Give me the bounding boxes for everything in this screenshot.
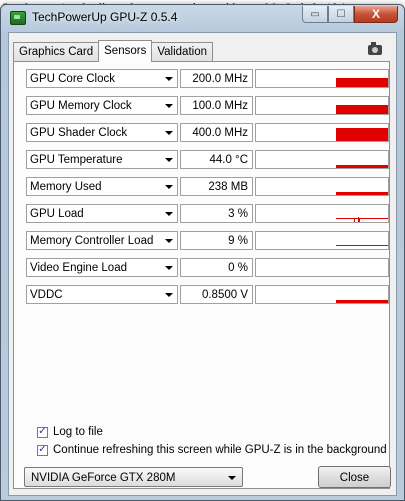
- sensor-graph: [255, 69, 389, 88]
- sensor-name-dropdown[interactable]: VDDC: [26, 285, 178, 304]
- chevron-down-icon: [165, 293, 173, 297]
- gpu-select-value: NVIDIA GeForce GTX 280M: [31, 472, 176, 484]
- sensor-row: Video Engine Load 0 %: [23, 258, 389, 279]
- camera-icon[interactable]: [368, 42, 382, 55]
- close-button[interactable]: Close: [318, 466, 391, 488]
- minimize-button[interactable]: ▭: [302, 6, 328, 23]
- sensor-name-label: VDDC: [30, 289, 63, 301]
- sensor-graph: [255, 150, 389, 169]
- sensor-name-label: Video Engine Load: [30, 262, 127, 274]
- continue-refresh-label: Continue refreshing this screen while GP…: [53, 444, 387, 456]
- chevron-down-icon: [165, 158, 173, 162]
- sensor-row: GPU Temperature 44.0 °C: [23, 150, 389, 171]
- sensor-graph: [255, 96, 389, 115]
- sensor-row: GPU Memory Clock 100.0 MHz: [23, 96, 389, 117]
- chevron-down-icon: [165, 266, 173, 270]
- sensor-name-dropdown[interactable]: GPU Memory Clock: [26, 96, 178, 115]
- sensor-name-dropdown[interactable]: GPU Temperature: [26, 150, 178, 169]
- sensor-value: 0 %: [180, 258, 253, 277]
- sensor-value: 400.0 MHz: [180, 123, 253, 142]
- sensor-graph-bar: [336, 105, 388, 114]
- sensor-graph: [255, 123, 389, 142]
- sensor-row: VDDC 0.8500 V: [23, 285, 389, 306]
- sensor-graph-trace: [336, 245, 388, 246]
- title-bar: TechPowerUp GPU-Z 0.5.4 ▭ ☐ X: [1, 5, 404, 31]
- continue-refresh-option[interactable]: ✓ Continue refreshing this screen while …: [37, 442, 387, 458]
- sensor-graph-bar: [336, 165, 388, 168]
- sensor-value: 0.8500 V: [180, 285, 253, 304]
- window-title: TechPowerUp GPU-Z 0.5.4: [32, 10, 178, 24]
- sensor-name-label: GPU Shader Clock: [30, 127, 128, 139]
- sensor-name-label: GPU Memory Clock: [30, 100, 132, 112]
- sensor-row: GPU Load 3 %: [23, 204, 389, 225]
- tab-bar: Graphics Card Sensors Validation: [13, 40, 213, 62]
- chevron-down-icon: [228, 476, 236, 480]
- sensor-graph: [255, 231, 389, 250]
- chevron-down-icon: [165, 239, 173, 243]
- continue-refresh-checkbox[interactable]: ✓: [37, 444, 48, 456]
- chevron-down-icon: [165, 131, 173, 135]
- sensor-graph-spike: [359, 218, 360, 222]
- chevron-down-icon: [165, 212, 173, 216]
- sensor-graph-bar: [336, 78, 388, 87]
- log-to-file-label: Log to file: [53, 426, 103, 438]
- sensor-graph-spike: [354, 218, 355, 222]
- sensor-value: 44.0 °C: [180, 150, 253, 169]
- sensor-name-dropdown[interactable]: GPU Core Clock: [26, 69, 178, 88]
- sensor-name-label: GPU Temperature: [30, 154, 123, 166]
- window-content: Graphics Card Sensors Validation GPU Cor…: [8, 32, 397, 496]
- sensor-graph-bar: [336, 192, 388, 195]
- sensor-value: 200.0 MHz: [180, 69, 253, 88]
- tab-validation[interactable]: Validation: [151, 42, 213, 61]
- sensor-row: Memory Controller Load 9 %: [23, 231, 389, 252]
- gpuz-window: TechPowerUp GPU-Z 0.5.4 ▭ ☐ X Graphics C…: [0, 4, 405, 501]
- log-to-file-option[interactable]: ✓ Log to file: [37, 424, 103, 440]
- sensor-row: Memory Used 238 MB: [23, 177, 389, 198]
- sensor-row: GPU Core Clock 200.0 MHz: [23, 69, 389, 90]
- tab-sensors[interactable]: Sensors: [98, 40, 153, 62]
- sensor-value: 3 %: [180, 204, 253, 223]
- sensor-name-dropdown[interactable]: Video Engine Load: [26, 258, 178, 277]
- sensor-name-dropdown[interactable]: Memory Used: [26, 177, 178, 196]
- sensor-value: 238 MB: [180, 177, 253, 196]
- sensor-graph-bar: [336, 128, 388, 141]
- sensors-panel: GPU Core Clock 200.0 MHz GPU Memory Clock 1…: [13, 61, 390, 489]
- sensor-name-dropdown[interactable]: GPU Shader Clock: [26, 123, 178, 142]
- sensor-name-label: Memory Used: [30, 181, 102, 193]
- sensor-row: GPU Shader Clock 400.0 MHz: [23, 123, 389, 144]
- close-window-button[interactable]: X: [354, 6, 398, 23]
- sensor-value: 100.0 MHz: [180, 96, 253, 115]
- sensor-name-dropdown[interactable]: Memory Controller Load: [26, 231, 178, 250]
- sensor-graph: [255, 204, 389, 223]
- log-to-file-checkbox[interactable]: ✓: [37, 426, 48, 438]
- sensor-name-label: Memory Controller Load: [30, 235, 154, 247]
- sensor-name-label: GPU Core Clock: [30, 73, 115, 85]
- sensor-graph: [255, 258, 389, 277]
- gpu-select-dropdown[interactable]: NVIDIA GeForce GTX 280M: [24, 467, 243, 487]
- sensor-name-dropdown[interactable]: GPU Load: [26, 204, 178, 223]
- chevron-down-icon: [165, 104, 173, 108]
- sensor-graph: [255, 285, 389, 304]
- sensor-name-label: GPU Load: [30, 208, 84, 220]
- sensor-graph-bar: [336, 300, 388, 303]
- chevron-down-icon: [165, 185, 173, 189]
- tab-graphics-card[interactable]: Graphics Card: [13, 42, 100, 61]
- sensor-graph: [255, 177, 389, 196]
- chevron-down-icon: [165, 77, 173, 81]
- maximize-button[interactable]: ☐: [328, 6, 354, 23]
- gpuz-app-icon: [10, 11, 26, 25]
- sensor-graph-trace: [336, 218, 388, 219]
- sensor-value: 9 %: [180, 231, 253, 250]
